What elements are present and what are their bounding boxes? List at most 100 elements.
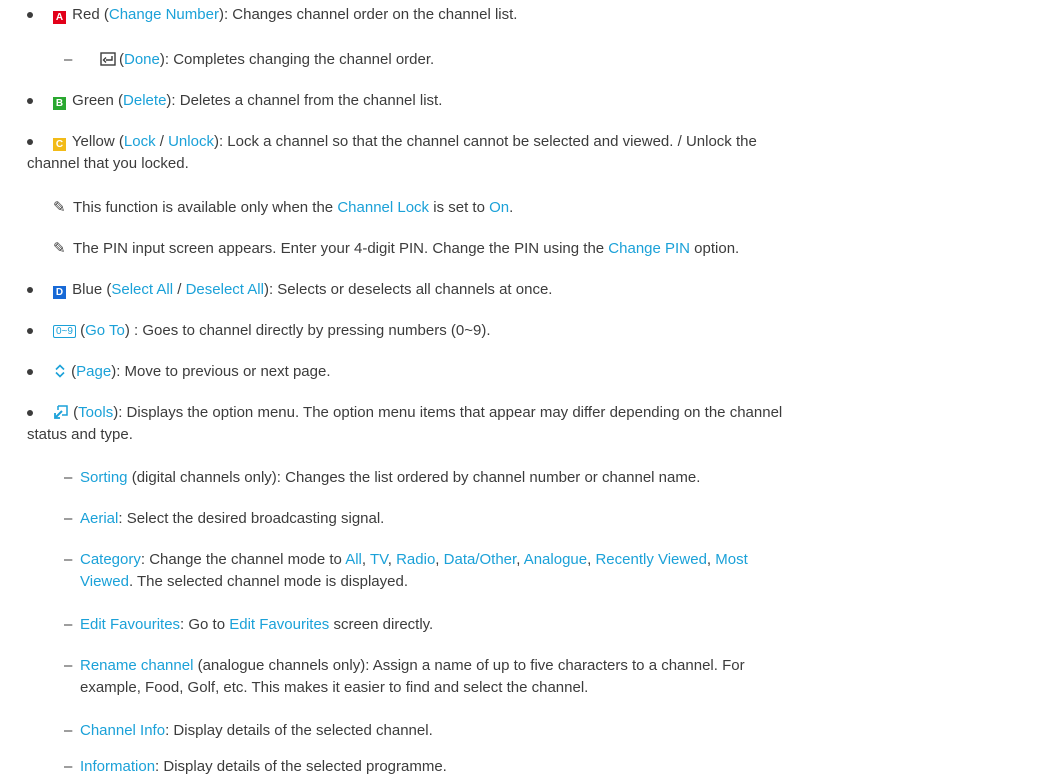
item-text-line2: Viewed. The selected channel mode is dis… — [80, 571, 1036, 592]
item-desc: . The selected channel mode is displayed… — [128, 573, 408, 590]
item-text: A Red (Change Number): Changes channel o… — [53, 4, 1036, 25]
item-text: C Yellow (Lock / Unlock): Lock a channel… — [53, 131, 1036, 152]
yellow-key-icon: C — [53, 138, 66, 151]
tools-icon — [54, 405, 68, 419]
item-desc: : Selects or deselects all channels at o… — [268, 281, 553, 298]
bullet — [27, 139, 33, 145]
item-text: B Green (Delete): Deletes a channel from… — [53, 90, 1036, 111]
dash: – — [64, 510, 73, 527]
mode-most-viewed-1: Most — [715, 551, 748, 568]
aerial-link: Aerial — [80, 510, 119, 527]
pencil-note-icon: ✎ — [53, 199, 66, 216]
edit-favourites-screen-link: Edit Favourites — [229, 616, 330, 633]
color-name: Blue — [72, 281, 103, 298]
item-text: (Done): Completes changing the channel o… — [100, 49, 1036, 70]
on-link: On — [489, 199, 510, 216]
item-text: Sorting (digital channels only): Changes… — [80, 467, 1036, 488]
change-number-link: Change Number — [108, 6, 219, 23]
note-post: option. — [690, 240, 740, 257]
item-desc-line2: status and type. — [27, 426, 133, 443]
item-desc: : Deletes a channel from the channel lis… — [171, 92, 443, 109]
done-link: Done — [124, 51, 160, 68]
item-desc-line1: : Lock a channel so that the channel can… — [218, 133, 757, 150]
dash: – — [64, 469, 73, 486]
bullet — [27, 98, 33, 104]
number-keys-icon: 0~9 — [53, 325, 76, 338]
mode-analogue: Analogue — [523, 551, 588, 568]
color-name: Green — [72, 92, 114, 109]
go-to-link: Go To — [85, 322, 125, 339]
rename-channel-link: Rename channel — [80, 657, 194, 674]
item-text: Aerial: Select the desired broadcasting … — [80, 508, 1036, 529]
color-name: Red — [72, 6, 100, 23]
select-all-link: Select All — [111, 281, 174, 298]
item-text: D Blue (Select All / Deselect All): Sele… — [53, 279, 1036, 300]
bullet — [27, 12, 33, 18]
channel-info-link: Channel Info — [80, 722, 166, 739]
item-text: Information: Display details of the sele… — [80, 756, 1036, 777]
note-pre: The PIN input screen appears. Enter your… — [73, 240, 609, 257]
dash: – — [64, 51, 73, 68]
edit-favourites-link: Edit Favourites — [80, 616, 181, 633]
unlock-link: Unlock — [168, 133, 214, 150]
dash: – — [64, 722, 73, 739]
green-key-icon: B — [53, 97, 66, 110]
item-desc: : Changes channel order on the channel l… — [223, 6, 518, 23]
color-name: Yellow — [71, 133, 115, 150]
note-post: . — [509, 199, 514, 216]
item-text: 0~9 (Go To) : Goes to channel directly b… — [53, 320, 1036, 341]
item-desc-line1: : Displays the option menu. The option m… — [118, 404, 783, 421]
mode-radio: Radio — [396, 551, 436, 568]
red-key-icon: A — [53, 11, 66, 24]
dash: – — [64, 616, 73, 633]
manual-page: A Red (Change Number): Changes channel o… — [0, 0, 1064, 781]
channel-lock-link: Channel Lock — [337, 199, 430, 216]
bullet — [27, 328, 33, 334]
bullet — [27, 369, 33, 375]
change-pin-link: Change PIN — [608, 240, 691, 257]
mode-tv: TV — [369, 551, 388, 568]
note-text: ✎ This function is available only when th… — [53, 197, 1036, 218]
item-desc-line2: example, Food, Golf, etc. This makes it … — [80, 679, 589, 696]
item-desc: : Display details of the selected channe… — [165, 722, 433, 739]
item-desc: : Change the channel mode to — [140, 551, 346, 568]
bullet — [27, 287, 33, 293]
item-desc-line2: channel that you locked. — [27, 155, 189, 172]
item-text: Channel Info: Display details of the sel… — [80, 720, 1036, 741]
category-link: Category — [80, 551, 141, 568]
item-desc: : Move to previous or next page. — [116, 363, 331, 380]
sorting-link: Sorting — [80, 469, 128, 486]
item-text: Edit Favourites: Go to Edit Favourites s… — [80, 614, 1036, 635]
item-desc: : Select the desired broadcasting signal… — [118, 510, 385, 527]
page-link: Page — [76, 363, 112, 380]
bullet — [27, 410, 33, 416]
dash: – — [64, 758, 73, 775]
item-desc: : Display details of the selected progra… — [155, 758, 447, 775]
pencil-note-icon: ✎ — [53, 240, 66, 257]
mode-all: All — [345, 551, 362, 568]
done-enter-icon — [100, 52, 116, 66]
delete-link: Delete — [123, 92, 167, 109]
item-text: (Tools): Displays the option menu. The o… — [53, 402, 1036, 423]
item-desc: screen directly. — [329, 616, 434, 633]
separator: / — [173, 281, 186, 298]
deselect-all-link: Deselect All — [185, 281, 264, 298]
note-pre: This function is available only when the — [73, 199, 338, 216]
dash: – — [64, 551, 73, 568]
note-text: ✎ The PIN input screen appears. Enter you… — [53, 238, 1036, 259]
item-desc: : Goes to channel directly by pressing n… — [129, 322, 491, 339]
lock-link: Lock — [123, 133, 156, 150]
item-desc-line1: (analogue channels only): Assign a name … — [193, 657, 745, 674]
information-link: Information — [80, 758, 156, 775]
mode-data-other: Data/Other — [443, 551, 517, 568]
item-text: (Page): Move to previous or next page. — [53, 361, 1036, 382]
note-mid: is set to — [429, 199, 490, 216]
tools-link: Tools — [78, 404, 114, 421]
item-text: Rename channel (analogue channels only):… — [80, 655, 1036, 676]
blue-key-icon: D — [53, 286, 66, 299]
item-desc: (digital channels only): Changes the lis… — [127, 469, 701, 486]
item-desc: : Go to — [180, 616, 230, 633]
dash: – — [64, 657, 73, 674]
item-text: Category: Change the channel mode to All… — [80, 551, 748, 568]
page-up-down-icon — [55, 364, 65, 378]
